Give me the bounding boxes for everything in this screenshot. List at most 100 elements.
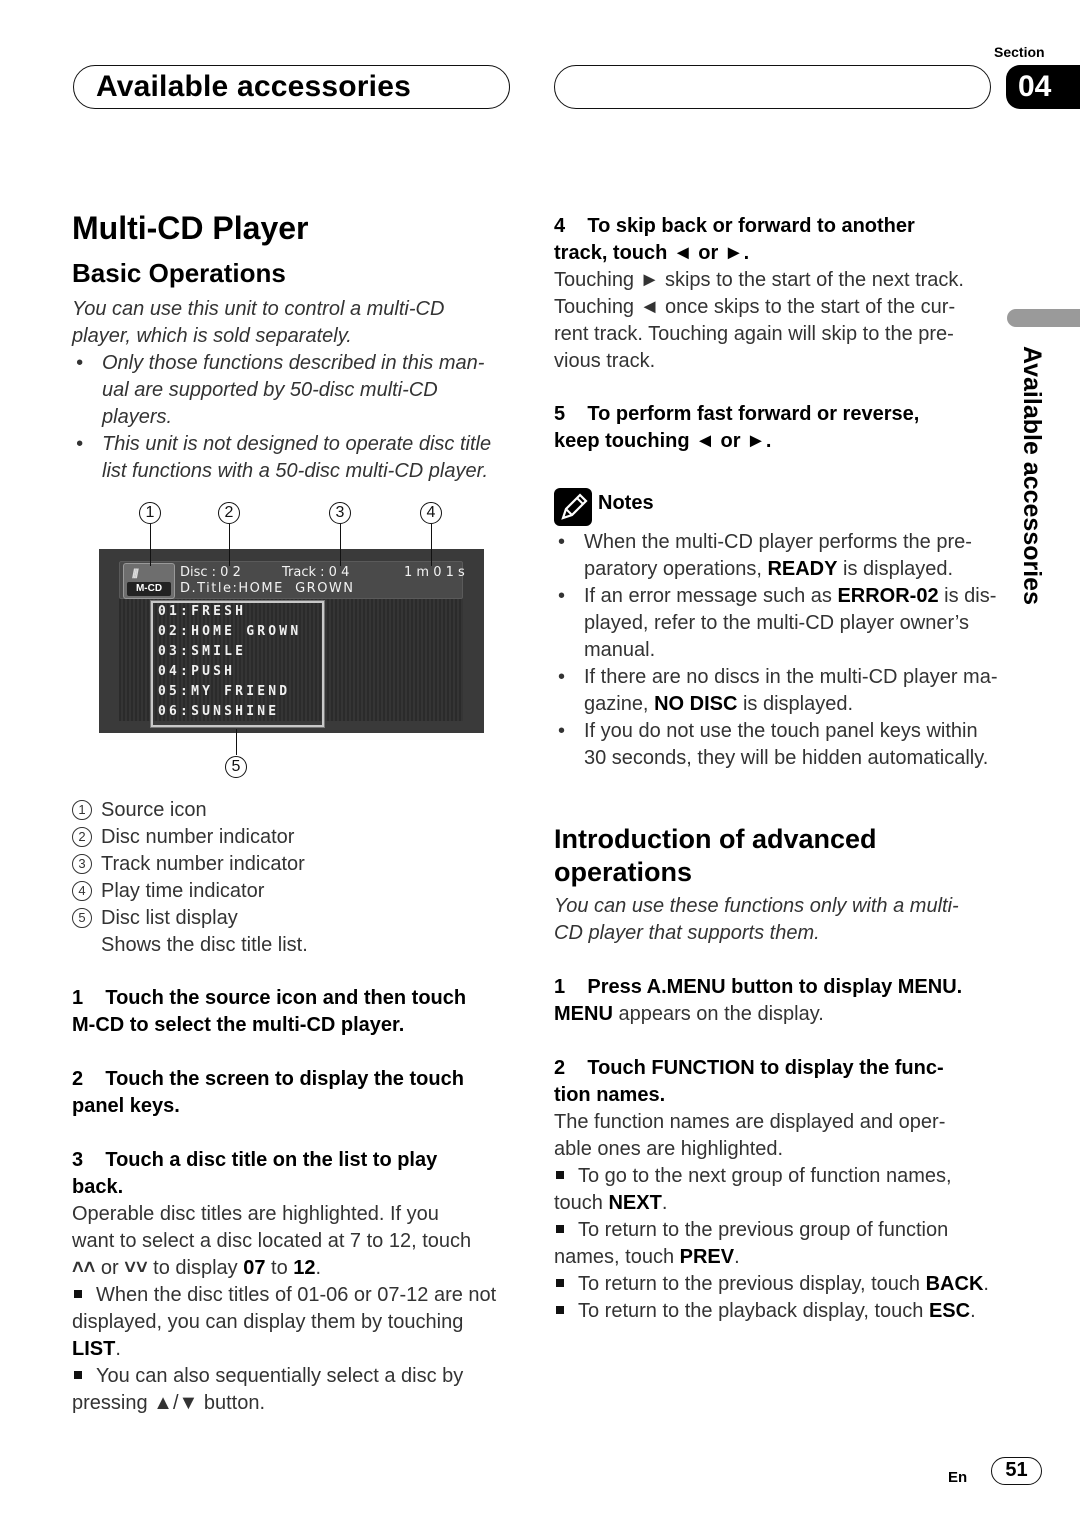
- body-line: Touching ◄ once skips to the start of th…: [554, 296, 956, 318]
- key-text: 07: [243, 1257, 266, 1279]
- body-line: rent track. Touching again will skip to …: [554, 323, 954, 345]
- step-heading-line: tion names.: [554, 1084, 666, 1106]
- legend-number: 4: [72, 881, 92, 901]
- step-heading-line: 1 Press A.MENU button to display MENU.: [554, 976, 963, 998]
- step-heading-line: track, touch ◄ or ►.: [554, 242, 750, 264]
- intro-line: You can use this unit to control a multi…: [72, 298, 445, 320]
- pencil-icon: [554, 488, 592, 526]
- legend-item: 3 Track number indicator: [72, 851, 305, 878]
- note-line: played, refer to the multi-CD player own…: [584, 612, 969, 634]
- bullet-line: ual are supported by 50-disc multi-CD: [102, 379, 438, 401]
- step-heading-line: 2 Touch FUNCTION to display the func-: [554, 1057, 944, 1079]
- tip-text: pressing ▲/▼ button.: [72, 1392, 266, 1414]
- tip-text: displayed, you can display them by touch…: [72, 1311, 464, 1333]
- disc-list-item[interactable]: 01:FRESH: [158, 604, 246, 619]
- tip-item: To return to the previous group of funct…: [554, 1217, 1004, 1244]
- note-item: If there are no discs in the multi-CD pl…: [554, 664, 1004, 718]
- disc-list-display: 01:FRESH 02:HOME GROWN 03:SMILE 04:PUSH …: [150, 600, 325, 728]
- callout-1: 1: [139, 502, 161, 524]
- disc-list-item[interactable]: 04:PUSH: [158, 664, 235, 679]
- disc-list-item[interactable]: 03:SMILE: [158, 644, 246, 659]
- advanced-section-title: Introduction of advanced operations: [554, 824, 877, 887]
- legend-number: 2: [72, 827, 92, 847]
- text: .: [315, 1257, 322, 1279]
- step-3-body: Operable disc titles are highlighted. If…: [72, 1201, 532, 1417]
- note-line: If an error message such as ERROR-02 is …: [584, 583, 1004, 610]
- body-line: ˄˄ or ˅˅ to display 07 to 12.: [72, 1255, 532, 1282]
- step-4: 4 To skip back or forward to another tra…: [554, 213, 994, 267]
- step-heading-line: 5 To perform fast forward or reverse,: [554, 403, 920, 425]
- tip-item: To return to the playback display, touch…: [554, 1298, 1004, 1325]
- intro-text: You can use this unit to control a multi…: [72, 296, 522, 350]
- intro-bullets: Only those functions described in this m…: [72, 350, 522, 485]
- step-heading-line: panel keys.: [72, 1095, 180, 1117]
- step-1: 1 Touch the source icon and then touch M…: [72, 985, 522, 1039]
- note-line: If there are no discs in the multi-CD pl…: [584, 666, 998, 688]
- text: or: [95, 1257, 125, 1279]
- key-text: NEXT: [608, 1192, 662, 1214]
- page-down-icon: ˅˅: [124, 1257, 148, 1279]
- key-text: LIST: [72, 1338, 116, 1360]
- text: paratory operations,: [584, 558, 768, 580]
- note-item: If you do not use the touch panel keys w…: [554, 718, 1004, 772]
- text: is dis-: [938, 585, 997, 607]
- step-heading-line: 2 Touch the screen to display the touch: [72, 1068, 464, 1090]
- callout-line-5: [236, 729, 238, 755]
- multi-disc-icon: ///: [132, 566, 139, 581]
- text: names, touch: [554, 1246, 680, 1268]
- legend-number: 3: [72, 854, 92, 874]
- key-text: NO DISC: [654, 693, 738, 715]
- bullet-line: players.: [102, 406, 173, 428]
- body-line: want to select a disc located at 7 to 12…: [72, 1230, 472, 1252]
- disc-list-item[interactable]: 06:SUNSHINE: [158, 704, 279, 719]
- source-icon[interactable]: /// M-CD: [123, 563, 175, 599]
- source-icon-label: M-CD: [127, 582, 171, 596]
- page-title: Multi-CD Player: [72, 210, 309, 246]
- notes-heading: Notes: [598, 492, 654, 514]
- page-up-icon: ˄˄: [72, 1257, 96, 1279]
- notes-list: When the multi-CD player performs the pr…: [554, 529, 1004, 772]
- callout-line-3: [340, 524, 342, 566]
- key-text: BACK: [925, 1273, 984, 1295]
- adv-step-1: 1 Press A.MENU button to display MENU. M…: [554, 974, 1004, 1028]
- bullet-line: Only those functions described in this m…: [102, 352, 485, 374]
- legend-label: Source icon: [101, 799, 207, 821]
- disc-list-item[interactable]: 05:MY FRIEND: [158, 684, 290, 699]
- bullet-line: list functions with a 50-disc multi-CD p…: [102, 460, 489, 482]
- note-line: If you do not use the touch panel keys w…: [584, 720, 978, 742]
- tip-text: LIST.: [72, 1338, 121, 1360]
- disc-title: D.Title:HOME GROWN: [180, 581, 355, 596]
- callout-5: 5: [225, 756, 247, 778]
- text: to display: [147, 1257, 244, 1279]
- step-heading-line: keep touching ◄ or ►.: [554, 430, 772, 452]
- note-line: manual.: [584, 639, 656, 661]
- disc-list-item[interactable]: 02:HOME GROWN: [158, 624, 301, 639]
- legend-label: Disc list display: [101, 907, 238, 929]
- body-line: The function names are displayed and ope…: [554, 1111, 946, 1133]
- note-item: If an error message such as ERROR-02 is …: [554, 583, 1004, 664]
- key-text: ESC: [928, 1300, 971, 1322]
- side-tab-marker: [1007, 309, 1080, 327]
- step-3: 3 Touch a disc title on the list to play…: [72, 1147, 522, 1201]
- step-heading-line: 3 Touch a disc title on the list to play: [72, 1149, 438, 1171]
- section-label: Section: [994, 44, 1045, 60]
- square-bullet-icon: [74, 1371, 82, 1380]
- callout-4: 4: [420, 502, 442, 524]
- legend-label: Disc number indicator: [101, 826, 295, 848]
- key-text: ERROR-02: [837, 585, 939, 607]
- callout-line-1: [150, 524, 152, 566]
- body-line: vious track.: [554, 350, 656, 372]
- callout-line-2: [229, 524, 231, 566]
- legend-item: 5 Disc list display: [72, 905, 238, 932]
- text: appears on the display.: [612, 1003, 824, 1025]
- text: is displayed.: [737, 693, 854, 715]
- body-line: MENU appears on the display.: [554, 1001, 1004, 1028]
- legend-number: 5: [72, 908, 92, 928]
- key-text: MENU: [554, 1003, 613, 1025]
- tip-text: To go to the next group of function name…: [578, 1165, 952, 1187]
- legend-item: 4 Play time indicator: [72, 878, 264, 905]
- callout-line-4: [431, 524, 433, 566]
- intro-line: You can use these functions only with a …: [554, 895, 959, 917]
- text: If an error message such as: [584, 585, 838, 607]
- legend-item: 1 Source icon: [72, 797, 207, 824]
